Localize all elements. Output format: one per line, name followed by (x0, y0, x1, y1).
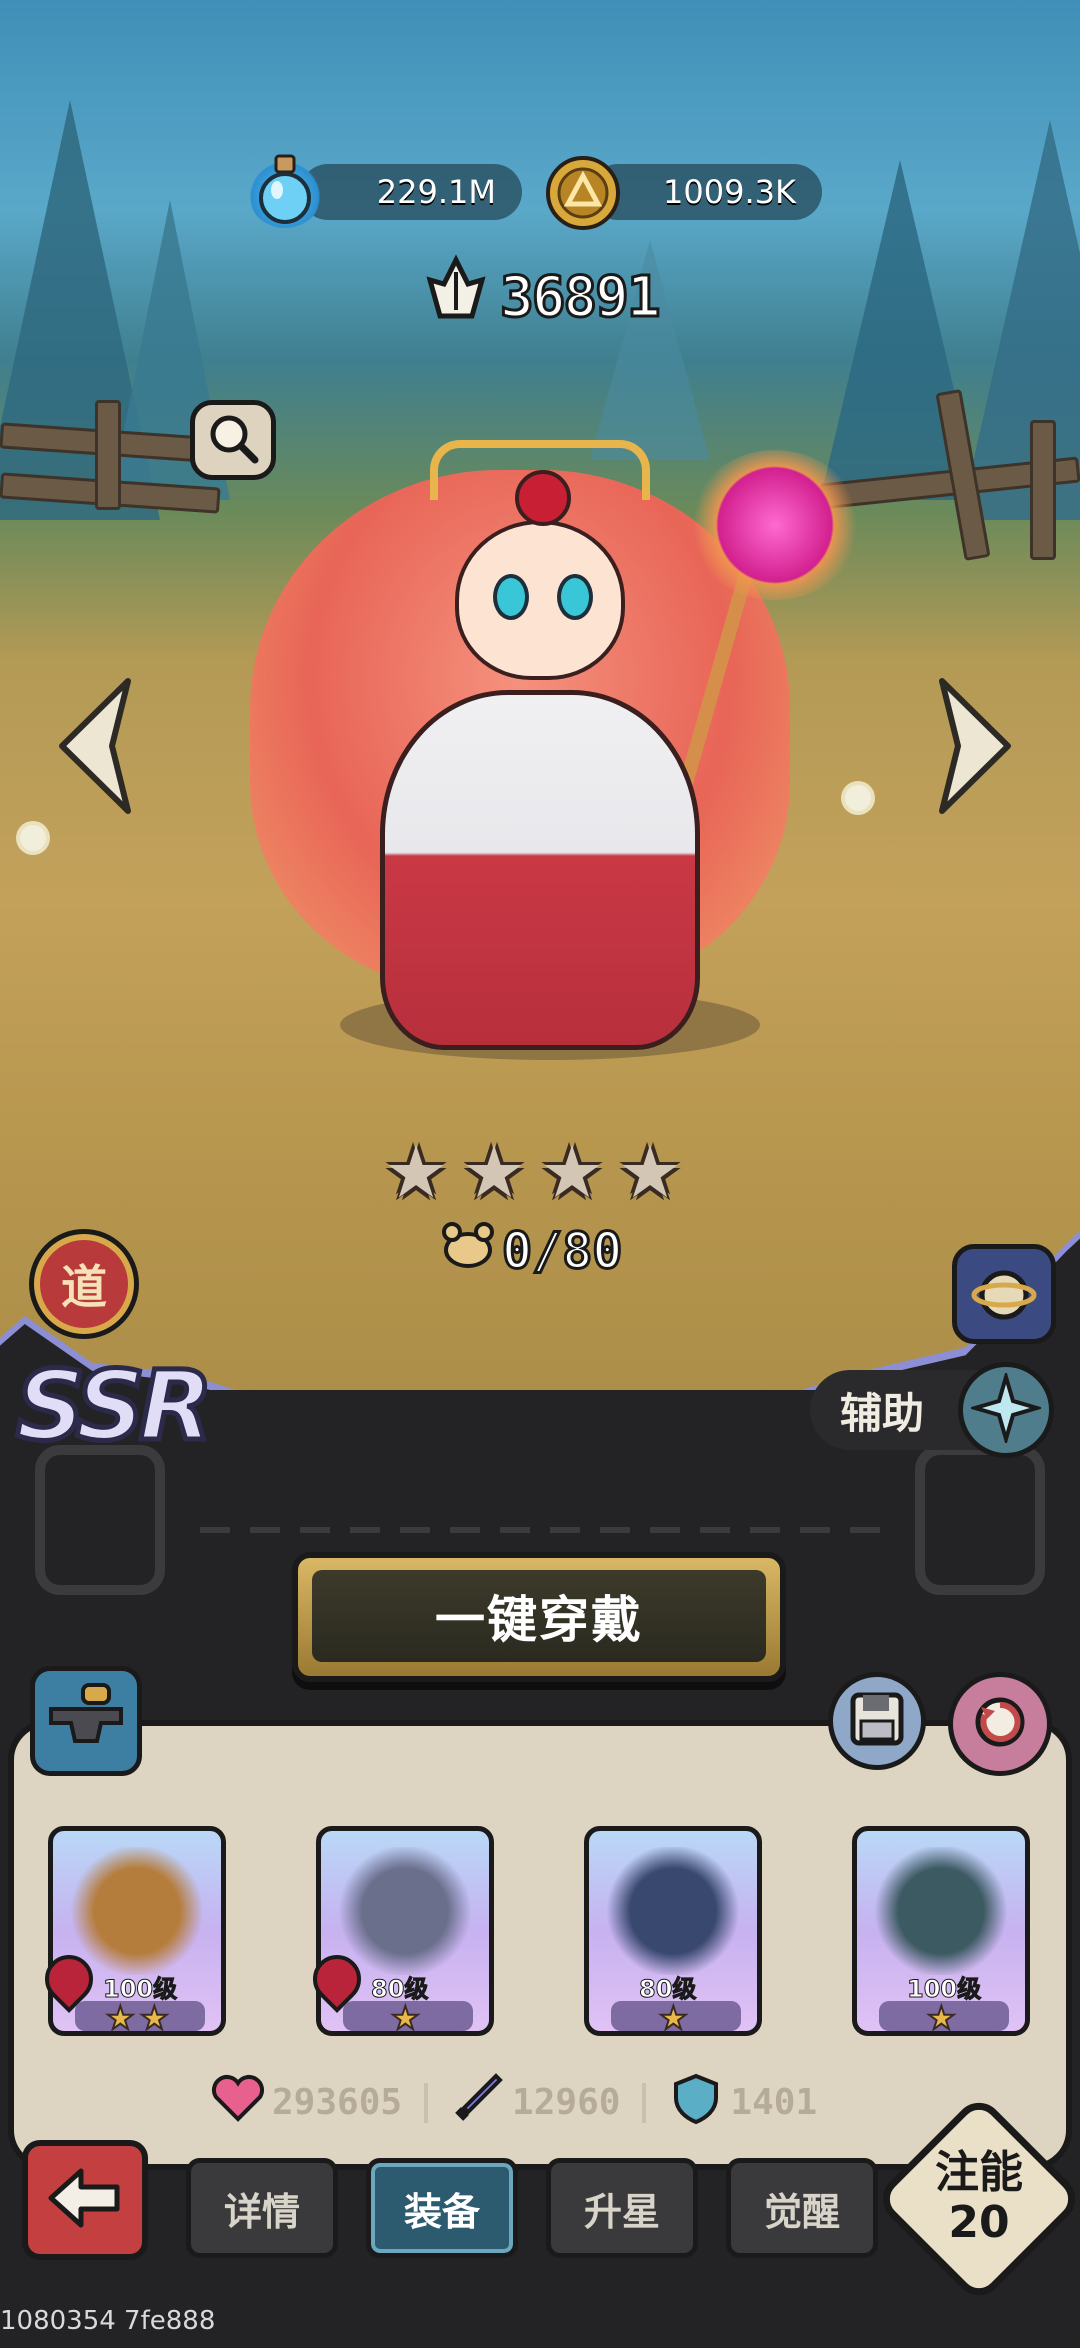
prev-hero-button[interactable] (59, 677, 131, 830)
star-icon: ★ (617, 1130, 683, 1214)
globe-icon (969, 1257, 1039, 1331)
attack-stat: 12960 (450, 2070, 620, 2135)
chevron-right-icon (930, 671, 1020, 850)
shard-count: 0/80 (500, 1221, 623, 1282)
hero-shard-progress: 0/80 (440, 1220, 624, 1282)
equipment-slot[interactable]: 100级 ★ (852, 1826, 1030, 2038)
back-button[interactable] (22, 2140, 148, 2260)
back-arrow-icon (45, 2163, 125, 2237)
anvil-icon (43, 1679, 129, 1763)
star-icon: ★ (539, 1130, 605, 1214)
skin-button[interactable] (952, 1244, 1056, 1344)
forge-button[interactable] (30, 1666, 142, 1776)
equip-all-label: 一键穿戴 (312, 1570, 766, 1662)
star-icon: ★ (390, 1998, 421, 2038)
heart-icon (210, 2073, 266, 2132)
equipment-icon (871, 1847, 1011, 1975)
chevron-left-icon (50, 671, 140, 850)
potion-icon (246, 150, 324, 228)
rarity-label: SSR (14, 1348, 216, 1465)
stat-divider (424, 2082, 429, 2123)
hero-stats: 293605 12960 1401 (210, 2070, 817, 2135)
equipment-slot[interactable]: 80级 ★ (303, 1826, 494, 2038)
hero-star-rating: ★ ★ ★ ★ (380, 1136, 686, 1208)
attack-value: 12960 (512, 2082, 621, 2123)
combat-power: 36891 (420, 254, 663, 340)
equipment-icon (335, 1847, 475, 1975)
combat-power-value: 36891 (499, 263, 663, 331)
potion-counter: 229.1M (300, 164, 522, 220)
tab-awaken[interactable]: 觉醒 (726, 2158, 878, 2258)
equipment-slot[interactable]: 100级 ★ ★ (35, 1826, 226, 2038)
reset-equipment-button[interactable] (948, 1672, 1052, 1776)
defense-stat: 1401 (668, 2070, 817, 2135)
equipment-slot[interactable]: 80级 ★ (584, 1826, 762, 2038)
equipment-icon (603, 1847, 743, 1975)
star-icon: ★ (658, 1998, 689, 2038)
potion-value: 229.1M (376, 173, 496, 211)
star-icon: ★ (926, 1998, 957, 2038)
star-icon: ★ (383, 1130, 449, 1214)
tab-equipment[interactable]: 装备 (366, 2158, 518, 2258)
energy-label-group: 注能 20 (904, 2148, 1054, 2248)
next-hero-button[interactable] (939, 677, 1011, 830)
inspect-button[interactable] (190, 400, 276, 480)
floppy-disk-icon (847, 1689, 907, 1753)
star-icon: ★ (105, 1998, 136, 2038)
shield-icon (668, 2070, 724, 2135)
magnifier-icon (203, 408, 263, 472)
combat-power-icon (420, 254, 492, 340)
sword-icon (450, 2070, 506, 2135)
star-icon: ★ (461, 1130, 527, 1214)
tab-details[interactable]: 详情 (186, 2158, 338, 2258)
hp-value: 293605 (272, 2082, 403, 2123)
energy-value: 20 (948, 2197, 1010, 2248)
star-icon: ★ (139, 1998, 170, 2038)
save-loadout-button[interactable] (828, 1672, 926, 1770)
equip-all-button[interactable]: 一键穿戴 (292, 1552, 786, 1682)
equipment-icon (67, 1847, 207, 1975)
support-star-icon (967, 1369, 1045, 1447)
refresh-icon (967, 1689, 1033, 1759)
faction-badge[interactable]: 道 (34, 1234, 134, 1334)
coin-counter: 1009.3K (590, 164, 822, 220)
stat-divider (642, 2082, 647, 2123)
build-id: 1080354 7fe888 (0, 2306, 216, 2336)
tab-star-up[interactable]: 升星 (546, 2158, 698, 2258)
role-label: 辅助 (810, 1370, 980, 1450)
energy-label: 注能 (935, 2147, 1023, 2198)
defense-value: 1401 (730, 2082, 818, 2123)
coin-icon (544, 154, 622, 232)
shard-icon (440, 1220, 496, 1282)
hp-stat: 293605 (210, 2073, 402, 2132)
role-icon-button[interactable] (958, 1362, 1054, 1458)
coin-value: 1009.3K (663, 173, 796, 211)
